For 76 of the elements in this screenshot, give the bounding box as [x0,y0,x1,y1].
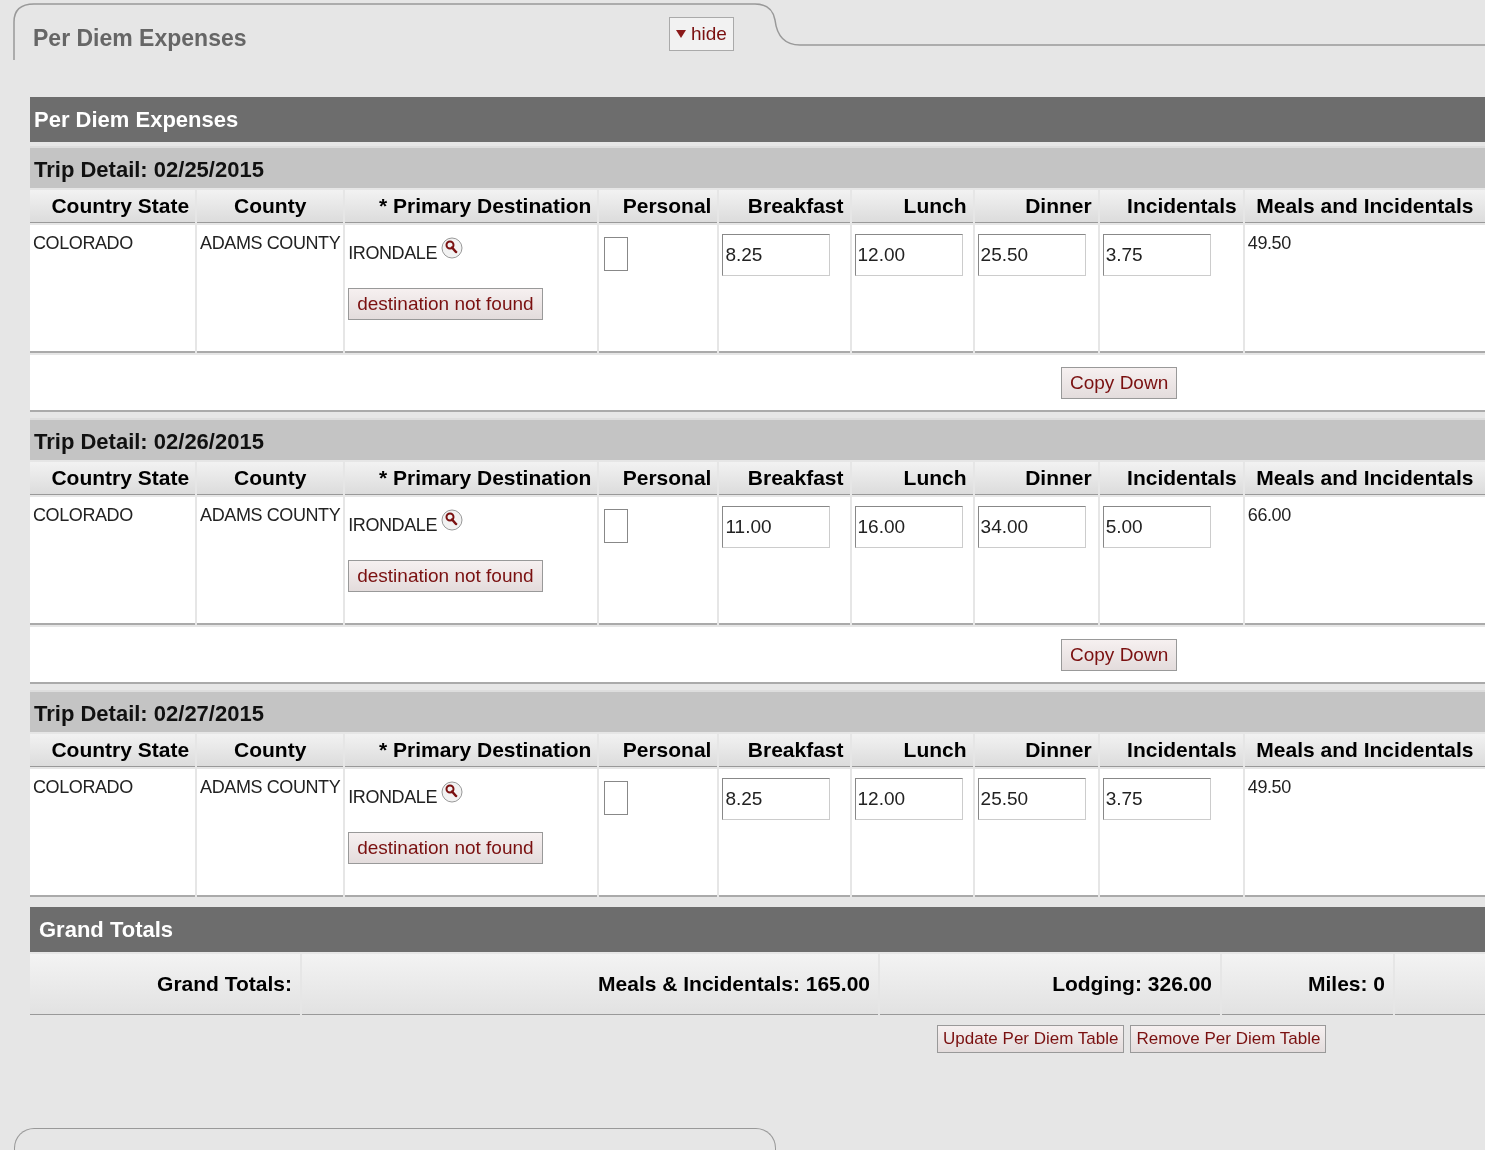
destination-not-found-button[interactable]: destination not found [348,288,543,320]
column-header: * Primary Destination [345,190,598,223]
column-header: Breakfast [719,190,850,223]
grand-totals-label: Grand Totals: [30,954,300,1015]
table-cell: COLORADO [30,769,196,897]
column-header: Personal [599,734,718,767]
column-header: Breakfast [719,462,850,495]
amount-field[interactable]: 25.50 [977,234,1086,276]
table-cell: 66.00 [1244,497,1485,625]
amount-field[interactable]: 12.00 [854,234,963,276]
amount-field[interactable]: 12.00 [854,778,963,820]
column-header: Incidentals [1099,190,1243,223]
meals-total: Meals & Incidentals: 165.00 [302,954,878,1015]
column-header: Dinner [974,190,1098,223]
miles-total: Miles: 0 [1222,954,1393,1015]
column-header: Personal [599,462,718,495]
table-action-button[interactable]: Update Per Diem Table [937,1025,1125,1053]
amount-field[interactable]: 25.50 [977,778,1086,820]
search-icon[interactable] [441,237,464,259]
amount-field[interactable]: 16.00 [854,506,963,548]
amount-field[interactable]: 8.25 [722,234,831,276]
lodging-total: Lodging: 326.00 [880,954,1220,1015]
table-cell: COLORADO [30,497,196,625]
table-cell: ADAMS COUNTY [197,225,344,353]
table-cell: ADAMS COUNTY [197,769,344,897]
hide-button[interactable]: hide [669,17,734,51]
panel-title: Per Diem Expenses [33,25,247,52]
column-header: Meals and Incidentals [1244,462,1485,495]
column-header: County [197,190,344,223]
caret-icon [676,30,686,38]
column-header: * Primary Destination [345,462,598,495]
column-header: County [197,734,344,767]
column-header: Dinner [974,734,1098,767]
trip-header: Trip Detail: 02/27/2015 [30,690,1485,732]
trip-header: Trip Detail: 02/26/2015 [30,418,1485,460]
column-header: Country State [30,190,196,223]
column-header: Dinner [974,462,1098,495]
column-header: Breakfast [719,734,850,767]
column-header: County [197,462,344,495]
amount-field[interactable]: 5.00 [1102,506,1211,548]
amount-field[interactable]: 3.75 [1102,778,1211,820]
personal-checkbox[interactable] [604,781,629,815]
column-header: Personal [599,190,718,223]
column-header: * Primary Destination [345,734,598,767]
column-header: Lunch [851,734,973,767]
amount-field[interactable]: 34.00 [977,506,1086,548]
column-header: Lunch [851,190,973,223]
table-cell: COLORADO [30,225,196,353]
table-cell: 49.50 [1244,225,1485,353]
column-header: Meals and Incidentals [1244,190,1485,223]
column-header: Incidentals [1099,462,1243,495]
amount-field[interactable]: 3.75 [1102,234,1211,276]
copy-down-button[interactable]: Copy Down [1061,366,1178,399]
trip-header: Trip Detail: 02/25/2015 [30,146,1485,188]
grand-totals-header: Grand Totals [30,907,1485,952]
destination-text: IRONDALE [348,787,438,808]
column-header: Country State [30,462,196,495]
destination-not-found-button[interactable]: destination not found [348,832,543,864]
destination-text: IRONDALE [348,243,438,264]
search-icon[interactable] [441,781,464,803]
destination-not-found-button[interactable]: destination not found [348,560,543,592]
column-header: Incidentals [1099,734,1243,767]
table-action-button[interactable]: Remove Per Diem Table [1130,1025,1327,1053]
table-cell: ADAMS COUNTY [197,497,344,625]
personal-checkbox[interactable] [604,237,629,271]
copy-down-button[interactable]: Copy Down [1061,638,1178,671]
column-header: Country State [30,734,196,767]
column-header: Meals and Incidentals [1244,734,1485,767]
section-header: Per Diem Expenses [30,97,1485,142]
destination-text: IRONDALE [348,515,438,536]
amount-field[interactable]: 8.25 [722,778,831,820]
personal-checkbox[interactable] [604,509,629,543]
search-icon[interactable] [441,509,464,531]
table-cell: 49.50 [1244,769,1485,897]
amount-field[interactable]: 11.00 [722,506,831,548]
column-header: Lunch [851,462,973,495]
